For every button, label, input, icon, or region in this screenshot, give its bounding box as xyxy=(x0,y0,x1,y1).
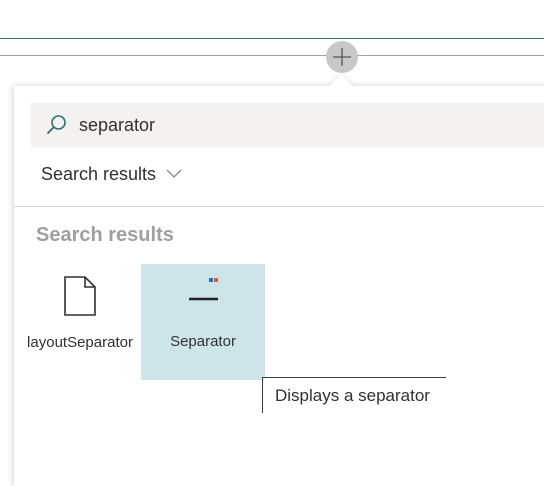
chevron-down-icon xyxy=(166,169,182,178)
tooltip: Displays a separator xyxy=(262,377,446,413)
divider xyxy=(14,206,544,207)
plus-icon xyxy=(333,48,351,66)
results-filter-dropdown[interactable]: Search results xyxy=(41,161,182,187)
result-tile-layoutseparator[interactable]: layoutSeparator xyxy=(18,264,142,380)
insert-line xyxy=(0,55,544,56)
section-border-line xyxy=(0,38,544,39)
document-icon xyxy=(64,276,96,316)
tile-label: layoutSeparator xyxy=(27,334,133,351)
search-icon xyxy=(46,115,66,135)
add-section-button[interactable] xyxy=(326,41,358,73)
separator-icon xyxy=(189,278,218,301)
search-box[interactable] xyxy=(31,103,544,147)
search-input[interactable] xyxy=(79,103,519,147)
result-tile-separator[interactable]: Separator xyxy=(141,264,265,380)
dropdown-label: Search results xyxy=(41,163,157,184)
tile-label: Separator xyxy=(170,333,236,350)
section-title: Search results xyxy=(36,224,174,246)
